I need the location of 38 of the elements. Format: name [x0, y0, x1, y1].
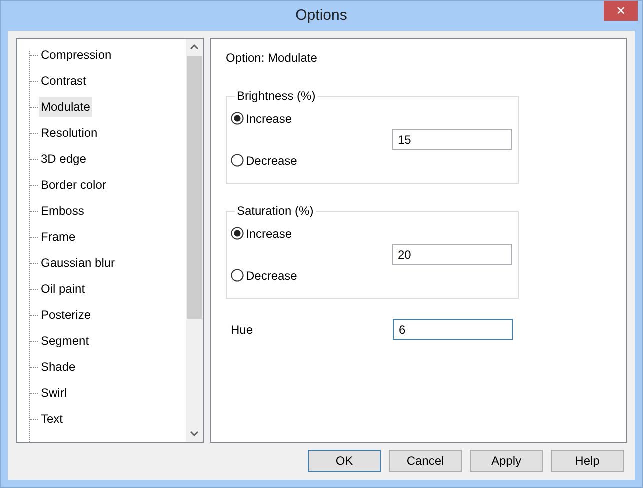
value-field[interactable]: 15: [392, 129, 512, 150]
radio-button[interactable]: [231, 112, 244, 125]
radio-label[interactable]: Increase: [246, 226, 292, 240]
window-title: Options: [296, 7, 348, 24]
dialog-button[interactable]: Help: [551, 450, 624, 472]
tree-item[interactable]: Shade: [39, 357, 78, 377]
tree-item[interactable]: Oil paint: [39, 279, 88, 299]
radio-label[interactable]: Decrease: [246, 268, 298, 282]
tree-item[interactable]: Segment: [39, 331, 92, 351]
tree-item[interactable]: Frame: [39, 227, 78, 247]
tree-item[interactable]: Swirl: [39, 383, 69, 403]
radio-button[interactable]: [231, 154, 244, 167]
tree-item[interactable]: Resolution: [39, 123, 100, 143]
close-button[interactable]: ✕: [604, 1, 638, 21]
hue-field[interactable]: 6: [393, 319, 513, 340]
radio-button[interactable]: [231, 227, 244, 240]
tree-item[interactable]: Modulate: [39, 97, 92, 117]
scrollbar[interactable]: [186, 39, 203, 442]
radio-label[interactable]: Decrease: [246, 154, 298, 168]
hue-label: Hue: [230, 322, 254, 336]
dialog-button[interactable]: Cancel: [389, 450, 462, 472]
radio-button[interactable]: [231, 269, 244, 282]
scrollbar-thumb[interactable]: [187, 56, 202, 319]
tree-item[interactable]: Emboss: [39, 201, 86, 221]
group-title: Saturation (%): [236, 204, 315, 218]
tree-item[interactable]: Border color: [39, 175, 108, 195]
value-field[interactable]: 20: [392, 244, 512, 265]
tree-item[interactable]: 3D edge: [39, 149, 88, 169]
radio-label[interactable]: Increase: [246, 112, 292, 126]
option-heading: Option: Modulate: [226, 51, 318, 65]
tree-item[interactable]: Posterize: [39, 305, 94, 325]
group-title: Brightness (%): [236, 89, 317, 103]
dialog-button[interactable]: Apply: [470, 450, 543, 472]
tree-item[interactable]: Compression: [39, 45, 114, 65]
tree-item[interactable]: Gaussian blur: [39, 253, 118, 273]
tree-item[interactable]: Contrast: [39, 71, 88, 91]
tree-item[interactable]: Text: [39, 409, 66, 429]
dialog-button[interactable]: OK: [308, 450, 381, 472]
